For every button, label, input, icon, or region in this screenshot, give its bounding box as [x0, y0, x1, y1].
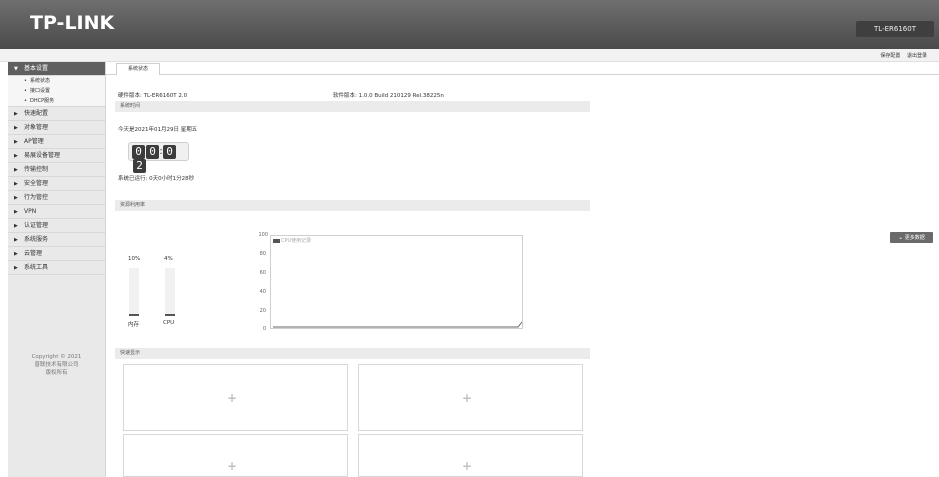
hardware-version: 硬件版本: TL-ER6160T 2.0: [118, 93, 188, 99]
chevron-right-icon: ▶: [14, 209, 18, 215]
y-tick-label: 0: [262, 326, 266, 332]
clock-digit: 0: [146, 145, 159, 159]
chevron-right-icon: ▶: [14, 111, 18, 117]
chevron-right-icon: ▶: [14, 237, 18, 243]
save-config-link[interactable]: 保存配置: [880, 53, 900, 59]
copyright: Copyright © 2021 普联技术有限公司 版权所有: [31, 354, 82, 376]
tab-bar: 系统状态: [105, 62, 939, 75]
plus-icon[interactable]: +: [462, 391, 472, 405]
sidebar-subitem-dhcp[interactable]: • DHCP服务: [8, 96, 105, 107]
chevron-down-icon: ▼: [14, 66, 18, 72]
sidebar-item-vpn[interactable]: ▶ VPN: [8, 205, 105, 219]
sidebar-item-basic-settings[interactable]: ▼ 基本设置: [8, 62, 105, 76]
chevron-right-icon: ▶: [14, 251, 18, 257]
sidebar-item-transfer[interactable]: ▶ 传输控制: [8, 163, 105, 177]
memory-percent: 10%: [128, 256, 141, 262]
plus-icon[interactable]: +: [462, 459, 472, 473]
y-tick-label: 80: [259, 251, 266, 257]
y-tick-label: 40: [259, 289, 266, 295]
logo: TP-LINK: [30, 12, 115, 34]
cpu-usage-fill: [165, 314, 175, 316]
cpu-usage-bar: [165, 268, 175, 316]
plus-icon[interactable]: +: [227, 459, 237, 473]
software-version: 软件版本: 1.0.0 Build 210129 Rel.38225n: [333, 93, 444, 99]
top-toolbar: 保存配置 退出登录: [0, 49, 939, 62]
quick-display-slot[interactable]: +: [123, 434, 348, 477]
chevron-right-icon: ▶: [14, 167, 18, 173]
sidebar-item-expansion[interactable]: ▶ 易展设备管理: [8, 149, 105, 163]
sidebar-item-security[interactable]: ▶ 安全管理: [8, 177, 105, 191]
sidebar-item-services[interactable]: ▶ 系统服务: [8, 233, 105, 247]
cpu-history-plot: [273, 321, 522, 328]
sidebar-item-behavior[interactable]: ▶ 行为管控: [8, 191, 105, 205]
chevron-down-icon: ⌄: [898, 234, 904, 241]
y-tick-label: 20: [259, 308, 266, 314]
memory-label: 内存: [128, 322, 140, 328]
model-name: TL-ER6160T: [856, 21, 934, 37]
section-system-time: 系统时间: [115, 101, 590, 112]
cpu-history-line: [273, 321, 522, 328]
sidebar-item-auth[interactable]: ▶ 认证管理: [8, 219, 105, 233]
header: TP-LINK TL-ER6160T: [0, 0, 939, 49]
cpu-history-chart: CPU使用记录: [270, 235, 523, 329]
memory-usage-fill: [129, 314, 139, 316]
plus-icon[interactable]: +: [227, 391, 237, 405]
cpu-percent: 4%: [164, 256, 173, 262]
sidebar-item-quick-config[interactable]: ▶ 快速配置: [8, 107, 105, 121]
section-resource-usage: 资源利用率: [115, 200, 590, 211]
more-data-button[interactable]: ⌄ 更多数据: [890, 232, 933, 243]
clock-digit: 2: [133, 159, 146, 173]
quick-display-slot[interactable]: +: [123, 364, 348, 431]
chevron-right-icon: ▶: [14, 265, 18, 271]
memory-usage-bar: [129, 268, 139, 316]
chevron-right-icon: ▶: [14, 223, 18, 229]
chevron-right-icon: ▶: [14, 125, 18, 131]
uptime-clock: 0 0:02: [128, 142, 189, 173]
cpu-label: CPU: [163, 320, 175, 326]
quick-display-slot[interactable]: +: [358, 364, 583, 431]
sidebar: ▼ 基本设置 • 系统状态 • 接口设置 • DHCP服务 ▶ 快速配置 ▶ 对象管理 ▶ A…: [8, 62, 106, 477]
chevron-right-icon: ▶: [14, 153, 18, 159]
sidebar-subitem-system-status[interactable]: • 系统状态: [8, 76, 105, 86]
sidebar-subitem-interface[interactable]: • 接口设置: [8, 86, 105, 96]
chevron-right-icon: ▶: [14, 181, 18, 187]
y-tick-label: 100: [258, 232, 268, 238]
sidebar-item-objects[interactable]: ▶ 对象管理: [8, 121, 105, 135]
quick-display-slot[interactable]: +: [358, 434, 583, 477]
current-date: 今天是2021年01月29日 星期五: [118, 127, 198, 133]
chevron-right-icon: ▶: [14, 139, 18, 145]
system-uptime: 系统已运行: 0天0小时1分28秒: [118, 176, 195, 182]
sidebar-item-ap[interactable]: ▶ AP管理: [8, 135, 105, 149]
logout-link[interactable]: 退出登录: [907, 53, 927, 59]
y-tick-label: 60: [259, 270, 266, 276]
sidebar-item-cloud[interactable]: ▶ 云管理: [8, 247, 105, 261]
sidebar-item-tools[interactable]: ▶ 系统工具: [8, 261, 105, 275]
chevron-right-icon: ▶: [14, 195, 18, 201]
section-quick-display: 快速显示: [115, 348, 590, 359]
tab-system-status[interactable]: 系统状态: [116, 63, 160, 75]
clock-digit: 0: [132, 145, 145, 159]
clock-digit: 0: [163, 145, 176, 159]
